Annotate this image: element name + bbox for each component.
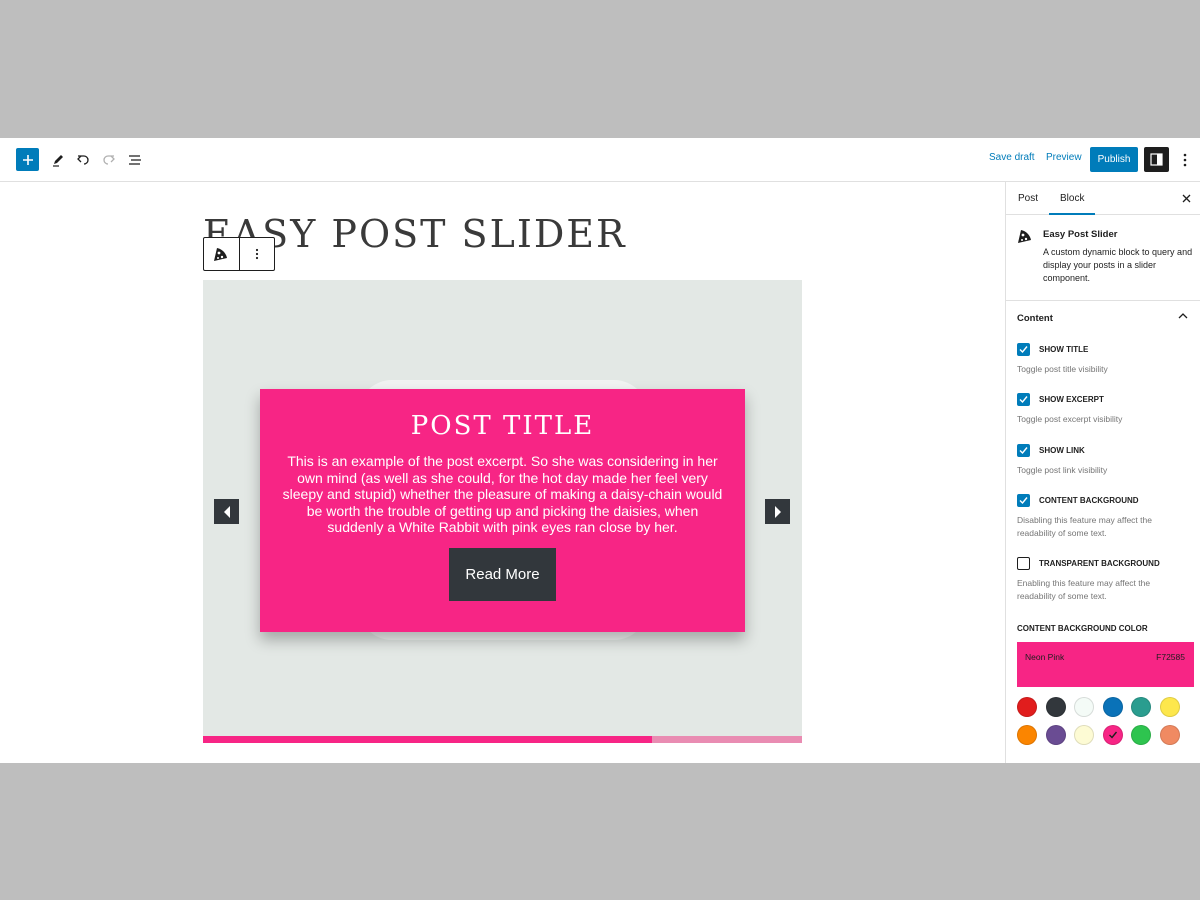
transparent-background-help: Enabling this feature may affect the rea… xyxy=(1017,578,1151,601)
block-options-button[interactable] xyxy=(238,238,275,270)
pizza-slice-icon xyxy=(1018,230,1031,243)
sidebar-tabs: Post Block xyxy=(1006,182,1200,215)
show-excerpt-label: SHOW EXCERPT xyxy=(1039,395,1104,404)
undo-icon xyxy=(77,155,89,165)
content-background-label: CONTENT BACKGROUND xyxy=(1039,496,1139,505)
slider-progress-fill xyxy=(203,736,653,743)
edit-tool-button[interactable] xyxy=(47,149,69,171)
sidebar-icon xyxy=(1150,153,1163,166)
block-toolbar xyxy=(203,237,275,271)
undo-button[interactable] xyxy=(72,149,94,171)
list-view-button[interactable] xyxy=(124,149,146,171)
editor-window: Save draft Preview Publish EASY POST SLI… xyxy=(0,138,1200,763)
transparent-background-checkbox[interactable] xyxy=(1017,557,1030,570)
selected-color-preview[interactable]: Neon Pink F72585 xyxy=(1017,642,1194,687)
color-swatch[interactable] xyxy=(1045,725,1066,745)
content-background-help: Disabling this feature may affect the re… xyxy=(1017,515,1152,538)
preview-button[interactable]: Preview xyxy=(1046,152,1082,163)
redo-button[interactable] xyxy=(98,149,120,171)
vertical-ellipsis-icon xyxy=(1183,153,1187,167)
color-swatch[interactable] xyxy=(1045,697,1066,717)
read-more-button[interactable]: Read More xyxy=(449,548,556,601)
selected-color-name: Neon Pink xyxy=(1025,652,1065,662)
slide-excerpt: This is an example of the post excerpt. … xyxy=(282,453,723,535)
block-description: A custom dynamic block to query and disp… xyxy=(1043,247,1193,283)
selected-color-hex: F72585 xyxy=(1156,652,1185,662)
checkmark-icon xyxy=(1019,447,1028,455)
previous-slide-button[interactable] xyxy=(214,499,239,524)
publish-button[interactable]: Publish xyxy=(1090,147,1138,172)
block-type-button[interactable] xyxy=(204,238,239,270)
close-sidebar-button[interactable] xyxy=(1178,190,1194,206)
settings-sidebar: Post Block Easy Post Slider A custom dyn… xyxy=(1005,182,1200,763)
color-swatch[interactable] xyxy=(1160,697,1180,717)
pizza-slice-icon xyxy=(214,248,228,261)
show-excerpt-checkbox[interactable] xyxy=(1017,393,1030,406)
tab-block[interactable]: Block xyxy=(1048,193,1097,215)
color-swatch[interactable] xyxy=(1017,725,1037,745)
show-link-checkbox[interactable] xyxy=(1017,444,1030,457)
add-block-button[interactable] xyxy=(16,148,39,171)
redo-icon xyxy=(103,155,115,165)
checkmark-icon xyxy=(1019,346,1028,354)
block-card: Easy Post Slider A custom dynamic block … xyxy=(1006,215,1200,301)
checkmark-icon xyxy=(1019,396,1028,404)
arrow-left-icon xyxy=(223,505,230,518)
show-title-help: Toggle post title visibility xyxy=(1017,364,1108,374)
color-swatch[interactable] xyxy=(1102,697,1123,717)
color-swatch[interactable] xyxy=(1131,697,1152,717)
block-name: Easy Post Slider xyxy=(1043,229,1118,240)
plus-icon xyxy=(22,154,33,165)
show-excerpt-help: Toggle post excerpt visibility xyxy=(1017,414,1123,424)
checkmark-icon xyxy=(1019,497,1028,505)
chevron-up-icon xyxy=(1178,313,1188,319)
content-panel-toggle[interactable]: Content xyxy=(1006,301,1200,334)
save-draft-button[interactable]: Save draft xyxy=(989,152,1035,163)
options-menu-button[interactable] xyxy=(1176,149,1194,171)
pencil-icon xyxy=(53,155,63,167)
close-icon xyxy=(1182,194,1190,202)
list-view-icon xyxy=(129,155,141,165)
settings-toggle-button[interactable] xyxy=(1144,147,1169,172)
show-title-label: SHOW TITLE xyxy=(1039,345,1089,354)
arrow-right-icon xyxy=(774,505,781,518)
show-link-label: SHOW LINK xyxy=(1039,446,1085,455)
content-background-checkbox[interactable] xyxy=(1017,494,1030,507)
background-color-label: CONTENT BACKGROUND COLOR xyxy=(1017,624,1148,633)
tab-post[interactable]: Post xyxy=(1018,193,1038,204)
slide-title: POST TITLE xyxy=(410,411,595,441)
color-swatch[interactable] xyxy=(1131,725,1152,745)
color-swatch[interactable] xyxy=(1102,725,1123,745)
editor-canvas: EASY POST SLIDER POST TITLE This is an e… xyxy=(0,182,1004,763)
show-title-checkbox[interactable] xyxy=(1017,343,1030,356)
editor-toolbar: Save draft Preview Publish xyxy=(0,138,1200,182)
slide-content-card: POST TITLE This is an example of the pos… xyxy=(260,389,745,632)
color-swatch[interactable] xyxy=(1074,725,1095,745)
post-slider: POST TITLE This is an example of the pos… xyxy=(203,280,802,743)
slider-progress-bar xyxy=(203,736,802,743)
color-swatch[interactable] xyxy=(1017,697,1037,717)
next-slide-button[interactable] xyxy=(765,499,790,524)
color-swatch[interactable] xyxy=(1074,697,1095,717)
vertical-ellipsis-icon xyxy=(255,248,258,260)
content-panel-title: Content xyxy=(1017,313,1053,324)
color-swatch[interactable] xyxy=(1160,725,1180,745)
transparent-background-label: TRANSPARENT BACKGROUND xyxy=(1039,559,1160,568)
checkmark-icon xyxy=(1108,731,1117,739)
show-link-help: Toggle post link visibility xyxy=(1017,465,1108,475)
